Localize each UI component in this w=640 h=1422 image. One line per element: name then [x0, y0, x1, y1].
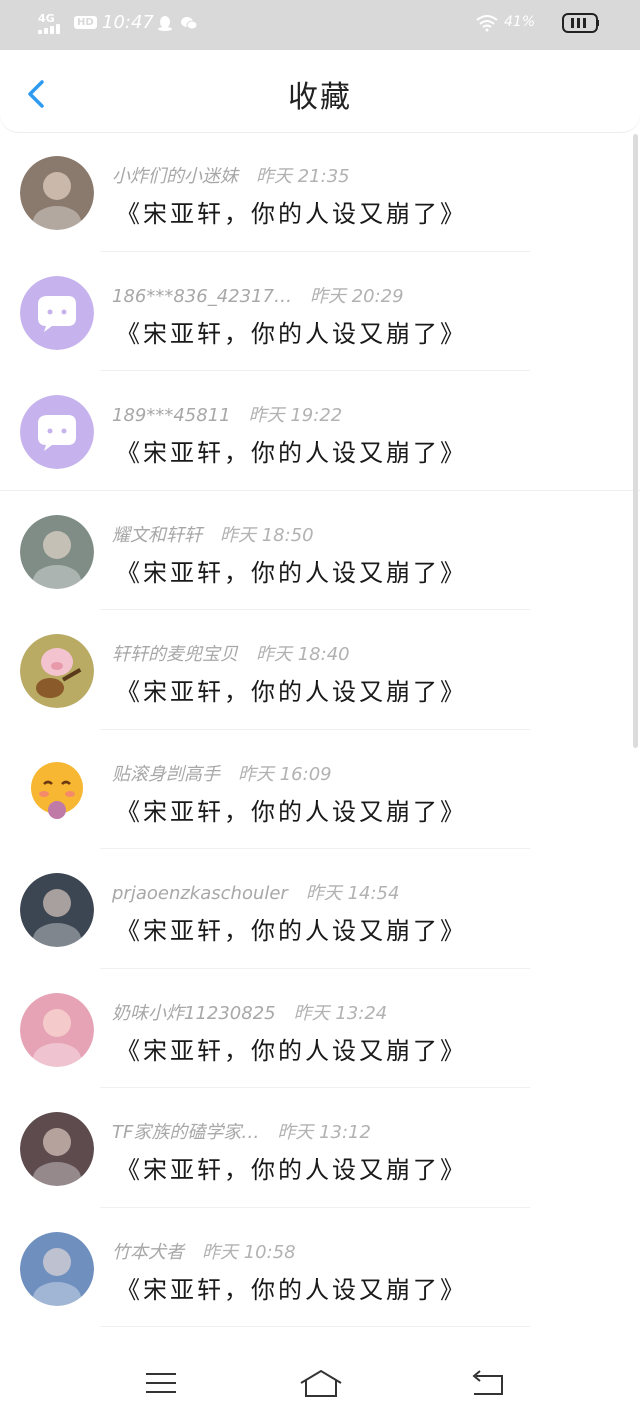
- status-time: 10:47: [102, 12, 154, 33]
- favorite-item[interactable]: TF家族的磕学家… 昨天 13:12 《宋亚轩，你的人设又崩了》: [0, 1088, 640, 1208]
- avatar[interactable]: [20, 873, 94, 947]
- timestamp: 昨天 18:40: [256, 644, 350, 665]
- sender-name: 奶味小炸11230825: [112, 1002, 276, 1024]
- sender-name: 小炸们的小迷妹: [112, 166, 238, 187]
- item-meta: 贴滚身剀高手 昨天 16:09: [112, 760, 332, 786]
- wechat-icon: [181, 17, 198, 30]
- page-title: 收藏: [288, 80, 352, 115]
- message-text: 《宋亚轩，你的人设又崩了》: [116, 200, 467, 228]
- avatar[interactable]: [20, 275, 94, 350]
- message-text: 《宋亚轩，你的人设又崩了》: [116, 797, 467, 826]
- timestamp: 昨天 16:09: [238, 763, 332, 785]
- qq-icon: [158, 16, 172, 31]
- header: 收藏: [0, 50, 640, 132]
- favorite-item[interactable]: 奶味小炸11230825 昨天 13:24 《宋亚轩，你的人设又崩了》: [0, 969, 640, 1088]
- item-meta: 189***45811 昨天 19:22: [112, 401, 342, 427]
- avatar[interactable]: [20, 156, 94, 230]
- sender-name: 轩轩的麦兜宝贝: [112, 644, 238, 665]
- signal-icon: [38, 24, 64, 34]
- timestamp: 昨天 13:12: [277, 1122, 371, 1143]
- message-text: 《宋亚轩，你的人设又崩了》: [116, 319, 467, 348]
- favorite-item[interactable]: 186***836_42317… 昨天 20:29 《宋亚轩，你的人设又崩了》: [0, 252, 640, 371]
- avatar[interactable]: [20, 395, 94, 469]
- item-meta: 耀文和轩轩 昨天 18:50: [112, 521, 314, 547]
- avatar[interactable]: [20, 1112, 94, 1186]
- avatar[interactable]: [20, 992, 94, 1067]
- message-text: 《宋亚轩，你的人设又崩了》: [116, 1275, 467, 1304]
- wifi-icon: [476, 15, 498, 32]
- scrollbar[interactable]: [633, 134, 638, 748]
- item-meta: 186***836_42317… 昨天 20:29: [112, 282, 404, 308]
- favorite-item[interactable]: 189***45811 昨天 19:22 《宋亚轩，你的人设又崩了》: [0, 371, 640, 491]
- avatar[interactable]: [20, 514, 94, 589]
- timestamp: 昨天 13:24: [293, 1002, 388, 1024]
- sender-name: prjaoenzkaschouler: [112, 883, 288, 904]
- timestamp: 昨天 21:35: [256, 166, 350, 187]
- message-text: 《宋亚轩，你的人设又崩了》: [116, 678, 467, 706]
- hd-badge: HD: [74, 16, 97, 29]
- timestamp: 昨天 18:50: [220, 524, 314, 546]
- favorite-item[interactable]: 耀文和轩轩 昨天 18:50 《宋亚轩，你的人设又崩了》: [0, 491, 640, 610]
- item-meta: 轩轩的麦兜宝贝 昨天 18:40: [112, 640, 350, 666]
- timestamp: 昨天 14:54: [305, 883, 400, 904]
- item-meta: 小炸们的小迷妹 昨天 21:35: [112, 162, 350, 188]
- back-icon[interactable]: [462, 1366, 512, 1400]
- avatar[interactable]: [20, 634, 94, 708]
- message-text: 《宋亚轩，你的人设又崩了》: [116, 1036, 467, 1065]
- sender-name: 186***836_42317…: [112, 285, 292, 307]
- home-icon[interactable]: [296, 1366, 346, 1400]
- system-nav-bar: [0, 1340, 640, 1422]
- status-bar: 4G HD 10:47 41%: [0, 0, 640, 50]
- sender-name: 竹本犬者: [112, 1241, 184, 1263]
- sender-name: 贴滚身剀高手: [112, 763, 220, 785]
- message-text: 《宋亚轩，你的人设又崩了》: [116, 1156, 467, 1184]
- item-meta: TF家族的磕学家… 昨天 13:12: [112, 1118, 371, 1144]
- message-text: 《宋亚轩，你的人设又崩了》: [116, 439, 467, 467]
- favorite-item[interactable]: 轩轩的麦兜宝贝 昨天 18:40 《宋亚轩，你的人设又崩了》: [0, 610, 640, 730]
- avatar[interactable]: [20, 753, 94, 828]
- favorite-item[interactable]: prjaoenzkaschouler 昨天 14:54 《宋亚轩，你的人设又崩了》: [0, 849, 640, 969]
- timestamp: 昨天 20:29: [309, 285, 404, 307]
- favorite-item[interactable]: 小炸们的小迷妹 昨天 21:35 《宋亚轩，你的人设又崩了》: [0, 132, 640, 252]
- battery-percent: 41%: [504, 14, 536, 30]
- timestamp: 昨天 19:22: [248, 405, 343, 426]
- timestamp: 昨天 10:58: [202, 1241, 296, 1263]
- menu-icon[interactable]: [136, 1366, 186, 1400]
- battery-icon: [562, 13, 599, 33]
- sender-name: 189***45811: [112, 405, 231, 426]
- favorite-item[interactable]: 竹本犬者 昨天 10:58 《宋亚轩，你的人设又崩了》: [0, 1208, 640, 1327]
- avatar[interactable]: [20, 1231, 94, 1306]
- divider: [100, 1326, 530, 1327]
- favorites-list: 小炸们的小迷妹 昨天 21:35 《宋亚轩，你的人设又崩了》 186***836_42…: [0, 132, 640, 1327]
- item-meta: 奶味小炸11230825 昨天 13:24: [112, 999, 387, 1025]
- item-meta: 竹本犬者 昨天 10:58: [112, 1238, 296, 1264]
- sender-name: 耀文和轩轩: [112, 524, 202, 546]
- item-meta: prjaoenzkaschouler 昨天 14:54: [112, 879, 399, 905]
- message-text: 《宋亚轩，你的人设又崩了》: [116, 558, 467, 587]
- sender-name: TF家族的磕学家…: [112, 1122, 260, 1143]
- favorite-item[interactable]: 贴滚身剀高手 昨天 16:09 《宋亚轩，你的人设又崩了》: [0, 730, 640, 849]
- message-text: 《宋亚轩，你的人设又崩了》: [116, 917, 467, 945]
